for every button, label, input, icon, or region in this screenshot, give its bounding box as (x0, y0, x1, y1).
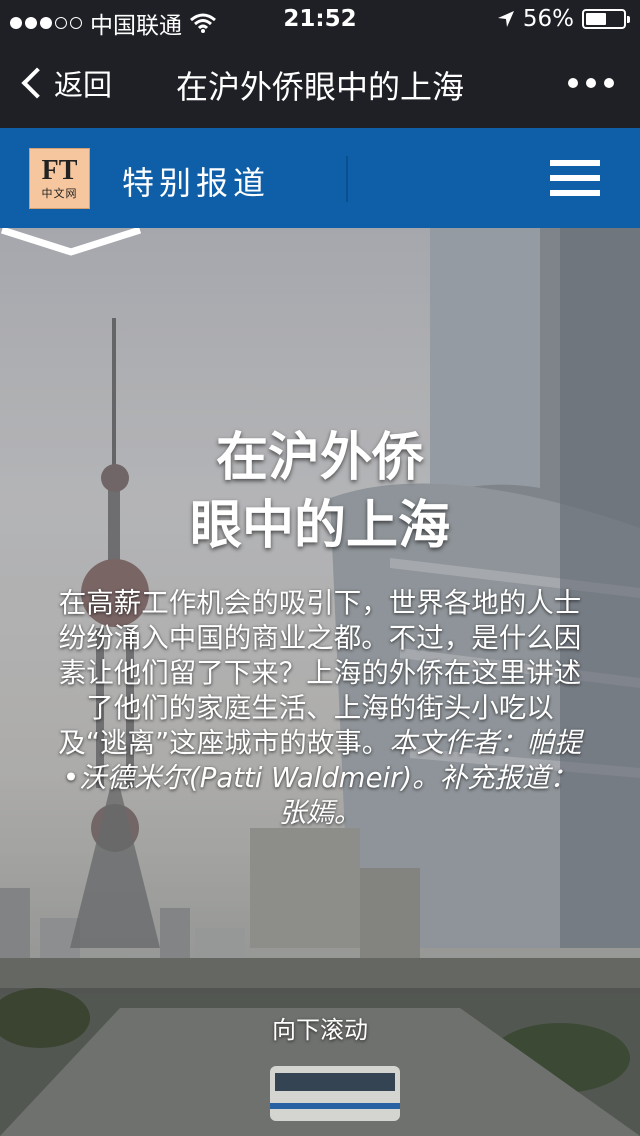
status-bar: 中国联通 21:52 56% (0, 0, 640, 40)
ft-header: FT 中文网 特别报道 (0, 128, 640, 228)
battery-fill (586, 13, 607, 25)
chevron-down-icon[interactable] (0, 228, 142, 258)
ft-logo-main: FT (41, 155, 78, 186)
top-bar: 中国联通 21:52 56% 返回 在沪外侨眼中的上海 (0, 0, 640, 128)
battery-icon (582, 9, 630, 29)
headline-line-2: 眼中的上海 (189, 496, 450, 556)
hamburger-menu-button[interactable] (550, 160, 600, 196)
screen: 中国联通 21:52 56% 返回 在沪外侨眼中的上海 FT 中文网 特别报道 … (0, 0, 640, 1136)
more-dot-icon (604, 78, 614, 88)
hero-section: 在沪外侨 眼中的上海 在高薪工作机会的吸引下，世界各地的人士纷纷涌入中国的商业之… (0, 228, 640, 1136)
menu-line-icon (550, 190, 600, 196)
nav-bar: 返回 在沪外侨眼中的上海 (0, 40, 640, 128)
page-title: 在沪外侨眼中的上海 (175, 68, 464, 106)
article-deck: 在高薪工作机会的吸引下，世界各地的人士纷纷涌入中国的商业之都。不过，是什么因素让… (56, 586, 584, 831)
section-title: 特别报道 (122, 164, 271, 202)
scroll-down-label[interactable]: 向下滚动 (0, 1010, 640, 1045)
battery-percent: 56% (522, 6, 574, 32)
location-arrow-icon (497, 11, 514, 27)
more-dot-icon (586, 78, 596, 88)
menu-line-icon (550, 175, 600, 181)
status-right: 56% (497, 6, 630, 32)
ft-logo[interactable]: FT 中文网 (29, 148, 90, 209)
headline-line-1: 在沪外侨 (215, 428, 424, 488)
header-divider (346, 156, 348, 202)
article-headline: 在沪外侨 眼中的上海 (0, 424, 640, 560)
ft-logo-sub: 中文网 (41, 188, 78, 200)
menu-line-icon (550, 160, 600, 166)
more-dot-icon (568, 78, 578, 88)
more-options-button[interactable] (568, 78, 614, 88)
